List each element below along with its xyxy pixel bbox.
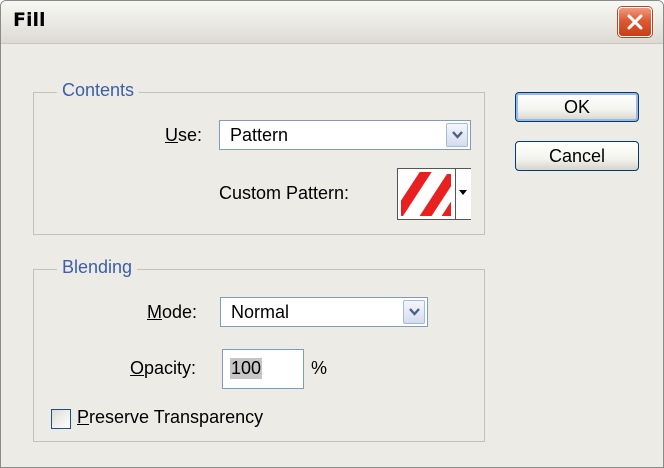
chevron-down-icon <box>409 308 420 316</box>
ok-button[interactable]: OK <box>515 92 639 122</box>
close-icon <box>627 14 643 30</box>
preserve-transparency-checkbox[interactable] <box>51 409 71 429</box>
opacity-value: 100 <box>230 358 263 379</box>
opacity-input[interactable]: 100 <box>222 349 304 389</box>
pattern-dropdown-button[interactable] <box>455 169 471 219</box>
title-bar[interactable]: Fill <box>1 1 663 44</box>
use-select-value: Pattern <box>230 125 289 145</box>
dialog-title: Fill <box>13 9 46 31</box>
mode-select-value: Normal <box>231 302 290 322</box>
custom-pattern-label: Custom Pattern: <box>219 183 350 203</box>
preserve-transparency-label[interactable]: Preserve Transparency <box>77 407 263 428</box>
use-label: Use: <box>165 125 203 145</box>
contents-legend: Contents <box>57 80 140 101</box>
use-dropdown-button[interactable] <box>446 123 468 147</box>
cancel-button[interactable]: Cancel <box>515 141 639 171</box>
blending-legend: Blending <box>57 257 138 278</box>
custom-pattern-picker[interactable] <box>397 168 471 220</box>
use-select[interactable]: Pattern <box>219 120 471 150</box>
mode-label: Mode: <box>147 302 198 322</box>
mode-dropdown-button[interactable] <box>403 300 425 324</box>
chevron-down-icon <box>452 131 463 139</box>
caret-down-icon <box>459 190 467 195</box>
pattern-swatch <box>401 172 451 216</box>
opacity-label: Opacity: <box>130 358 197 378</box>
close-button[interactable] <box>618 7 652 37</box>
opacity-unit: % <box>311 358 328 378</box>
mode-select[interactable]: Normal <box>220 297 428 327</box>
fill-dialog: Fill Contents Use: Pattern Custom Patter… <box>0 0 664 468</box>
